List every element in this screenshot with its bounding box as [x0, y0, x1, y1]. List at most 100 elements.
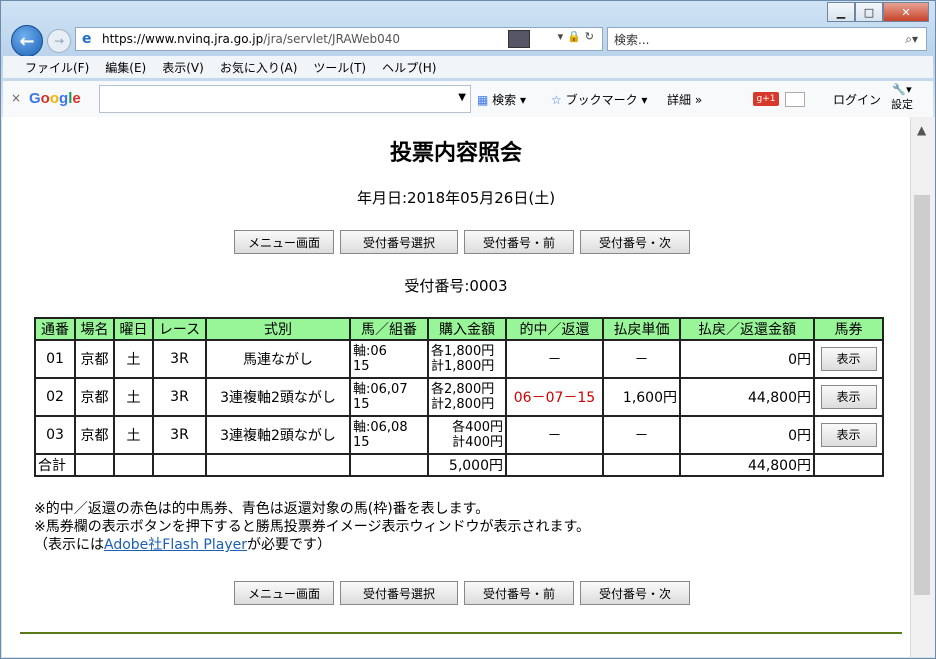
- cell-payout: 44,800円: [679, 377, 815, 417]
- url-path: /jra/servlet/JRAWeb040: [263, 32, 401, 46]
- gplus-button[interactable]: g+1: [753, 92, 779, 106]
- combo-axis: 軸:06,07: [353, 382, 408, 397]
- navigation-bar: ← → e https://www.nvinq.jra.go.jp/jra/se…: [9, 25, 927, 57]
- chevron-down-icon[interactable]: ▼: [458, 92, 466, 103]
- cell-combo: 軸:06 15: [349, 339, 429, 379]
- empty-cell: [74, 453, 115, 477]
- settings-button[interactable]: 🔧▾ 設定: [891, 83, 913, 112]
- cell-place: 京都: [74, 415, 115, 455]
- cell-type: 3連複軸2頭ながし: [205, 415, 351, 455]
- url-text: https://www.nvinq.jra.go.jp/jra/servlet/…: [102, 32, 400, 46]
- lock-refresh-icons[interactable]: ▾🔒↻: [558, 30, 598, 43]
- receipt-prev-button[interactable]: 受付番号・前: [464, 581, 574, 605]
- note-text: が必要です）: [247, 537, 331, 553]
- notes: ※的中／返還の赤色は的中馬券、青色は返還対象の馬(枠)番を表します。 ※馬券欄の…: [34, 500, 590, 554]
- receipt-next-button[interactable]: 受付番号・次: [580, 581, 690, 605]
- cell-unit: －: [602, 339, 681, 379]
- menu-bar: ファイル(F) 編集(E) 表示(V) お気に入り(A) ツール(T) ヘルプ(…: [3, 56, 933, 78]
- maximize-button[interactable]: □: [855, 2, 883, 22]
- col-header: 馬／組番: [349, 317, 429, 341]
- col-header: 曜日: [113, 317, 154, 341]
- menu-file[interactable]: ファイル(F): [25, 59, 89, 76]
- address-bar[interactable]: e https://www.nvinq.jra.go.jp/jra/servle…: [75, 27, 603, 51]
- cell-race: 3R: [152, 377, 207, 417]
- menu-screen-button[interactable]: メニュー画面: [234, 230, 334, 254]
- browser-search-box[interactable]: 検索... ⌕▾: [607, 27, 927, 51]
- google-search-button[interactable]: ▦ 検索 ▾: [477, 91, 526, 108]
- cell-combo: 軸:06,07 15: [349, 377, 429, 417]
- empty-cell: [349, 453, 429, 477]
- cell-ticket: 表示: [813, 415, 884, 455]
- cell-race: 3R: [152, 415, 207, 455]
- receipt-number: 受付番号:0003: [404, 277, 508, 295]
- back-arrow-icon[interactable]: ←: [11, 25, 43, 57]
- cell-hit: 06－07－15: [505, 377, 604, 417]
- empty-cell: [602, 453, 681, 477]
- cell-amount: 各2,800円 計2,800円: [427, 377, 507, 417]
- star-icon: ☆: [551, 93, 562, 107]
- cell-day: 土: [113, 377, 154, 417]
- google-icon: ▦: [477, 93, 489, 107]
- menu-help[interactable]: ヘルプ(H): [382, 59, 436, 76]
- bookmark-button[interactable]: ☆ ブックマーク ▾: [551, 91, 647, 108]
- google-logo: Google: [29, 90, 81, 107]
- receipt-next-button[interactable]: 受付番号・次: [580, 230, 690, 254]
- minimize-button[interactable]: ▁: [827, 2, 855, 22]
- col-header: 式別: [205, 317, 351, 341]
- page-title: 投票内容照会: [389, 140, 522, 166]
- google-search-input[interactable]: ▼: [99, 85, 471, 113]
- login-link[interactable]: ログイン: [833, 91, 881, 108]
- menu-screen-button[interactable]: メニュー画面: [234, 581, 334, 605]
- cell-hit: －: [505, 415, 604, 455]
- show-ticket-button[interactable]: 表示: [820, 423, 877, 447]
- cell-amount: 各400円 計400円: [427, 415, 507, 455]
- menu-favorites[interactable]: お気に入り(A): [220, 59, 298, 76]
- col-header: レース: [152, 317, 207, 341]
- bet-table: 通番 場名 曜日 レース 式別 馬／組番 購入金額 的中／返還 払戻単価 払戻／…: [34, 317, 884, 477]
- col-header: 払戻／返還金額: [679, 317, 815, 341]
- flash-player-link[interactable]: Adobe社Flash Player: [104, 537, 247, 553]
- cell-combo: 軸:06,08 15: [349, 415, 429, 455]
- search-icon[interactable]: ⌕▾: [905, 32, 918, 47]
- gplus-count-box: [785, 92, 805, 107]
- empty-cell: [152, 453, 207, 477]
- col-header: 通番: [34, 317, 76, 341]
- empty-cell: [205, 453, 351, 477]
- cell-type: 馬連ながし: [205, 339, 351, 379]
- cell-payout: 0円: [679, 415, 815, 455]
- col-header: 払戻単価: [602, 317, 681, 341]
- divider: [20, 632, 902, 634]
- amount-total: 計400円: [452, 435, 503, 450]
- bookmark-label: ブックマーク: [565, 93, 638, 107]
- scrollbar-thumb[interactable]: [914, 195, 930, 595]
- amount-each: 各400円: [452, 420, 503, 435]
- cell-payout: 0円: [679, 339, 815, 379]
- menu-view[interactable]: 表示(V): [162, 59, 204, 76]
- scroll-up-icon[interactable]: ▲: [917, 123, 926, 137]
- vertical-scrollbar[interactable]: ▲: [910, 117, 935, 657]
- total-amount: 5,000円: [427, 453, 507, 477]
- col-header: 購入金額: [427, 317, 507, 341]
- menu-tools[interactable]: ツール(T): [313, 59, 366, 76]
- col-header: 場名: [74, 317, 115, 341]
- site-thumbnail-icon[interactable]: [508, 30, 530, 48]
- detail-button[interactable]: 詳細 »: [667, 91, 702, 108]
- cell-day: 土: [113, 339, 154, 379]
- receipt-select-button[interactable]: 受付番号選択: [340, 230, 458, 254]
- cell-race: 3R: [152, 339, 207, 379]
- close-button[interactable]: ✕: [883, 2, 929, 22]
- receipt-prev-button[interactable]: 受付番号・前: [464, 230, 574, 254]
- empty-cell: [113, 453, 154, 477]
- total-label: 合計: [34, 453, 76, 477]
- show-ticket-button[interactable]: 表示: [820, 347, 877, 371]
- receipt-select-button[interactable]: 受付番号選択: [340, 581, 458, 605]
- cell-no: 01: [34, 339, 76, 379]
- close-toolbar-icon[interactable]: ×: [11, 91, 21, 105]
- show-ticket-button[interactable]: 表示: [820, 385, 877, 409]
- cell-type: 3連複軸2頭ながし: [205, 377, 351, 417]
- menu-edit[interactable]: 編集(E): [105, 59, 146, 76]
- amount-total: 計2,800円: [431, 397, 495, 412]
- note-line: ※的中／返還の赤色は的中馬券、青色は返還対象の馬(枠)番を表します。: [34, 501, 490, 517]
- cell-day: 土: [113, 415, 154, 455]
- forward-arrow-icon[interactable]: →: [47, 29, 71, 53]
